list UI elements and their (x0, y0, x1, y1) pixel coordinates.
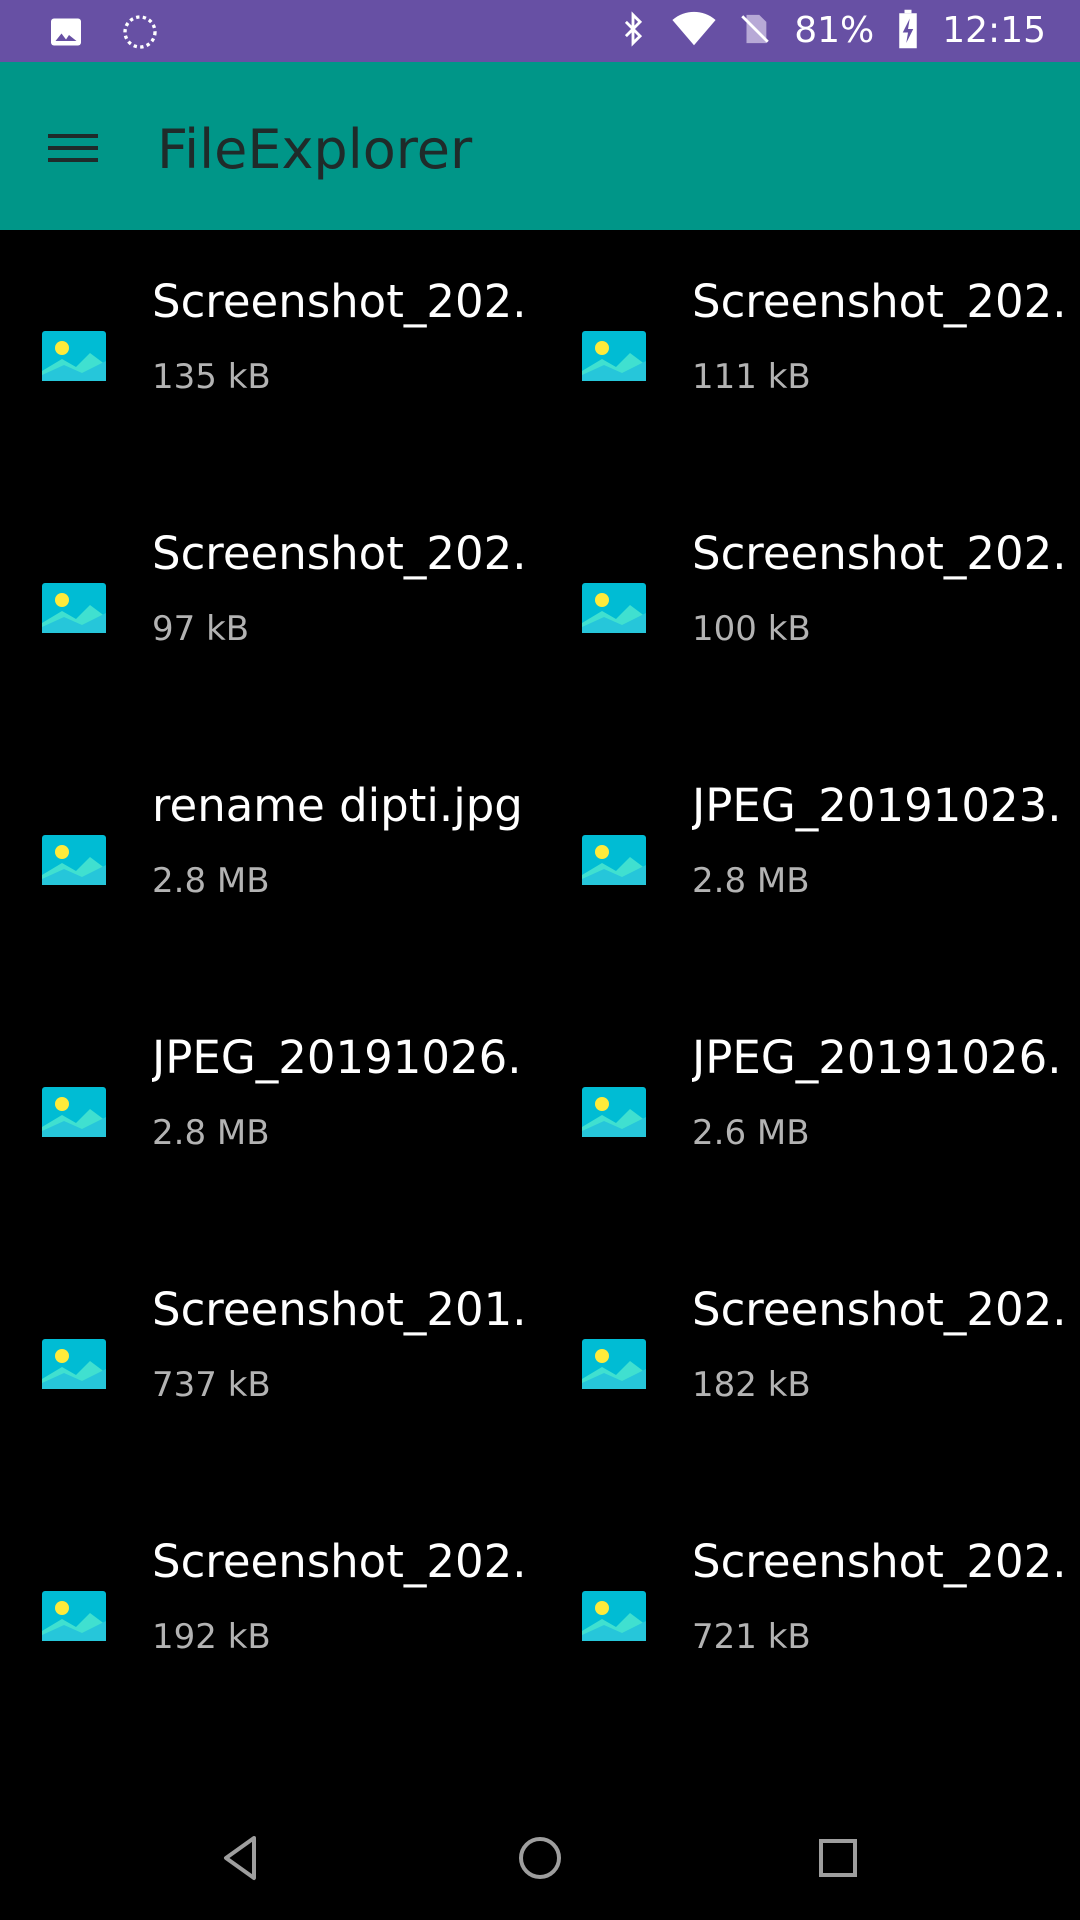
image-file-icon (582, 835, 646, 885)
file-name: Screenshot_201.. (152, 1283, 522, 1336)
recents-icon (802, 1839, 874, 1898)
file-size: 192 kB (152, 1617, 271, 1657)
back-icon (204, 1836, 276, 1898)
image-file-icon (42, 1591, 106, 1641)
file-name: JPEG_20191023.. (692, 779, 1062, 832)
file-item[interactable]: JPEG_20191026.. 2.8 MB (0, 986, 540, 1238)
file-name: rename dipti.jpg (152, 779, 522, 832)
file-item[interactable]: Screenshot_202.. 111 kB (540, 230, 1080, 482)
battery-charging-icon (896, 8, 920, 54)
file-name: Screenshot_202.. (692, 275, 1062, 328)
clock: 12:15 (942, 10, 1046, 51)
home-icon (504, 1837, 576, 1898)
home-button[interactable] (504, 1822, 576, 1894)
file-size: 2.6 MB (692, 1113, 810, 1153)
file-name: Screenshot_202.. (152, 275, 522, 328)
bluetooth-icon (616, 9, 650, 53)
file-item[interactable]: Screenshot_202.. 135 kB (0, 230, 540, 482)
app-bar: FileExplorer (0, 62, 1080, 230)
file-size: 97 kB (152, 609, 250, 649)
file-name: Screenshot_202.. (692, 1535, 1062, 1588)
menu-button[interactable] (36, 112, 108, 184)
file-item[interactable]: Screenshot_202.. 192 kB (0, 1490, 540, 1742)
battery-percent: 81% (794, 10, 875, 51)
file-name: Screenshot_202.. (692, 527, 1062, 580)
no-sim-icon (738, 9, 772, 53)
file-name: Screenshot_202.. (152, 527, 522, 580)
recents-button[interactable] (802, 1822, 874, 1894)
file-item[interactable]: Screenshot_201.. 737 kB (0, 1238, 540, 1490)
image-file-icon (42, 1339, 106, 1389)
sync-icon (120, 12, 160, 56)
file-name: JPEG_20191026.. (692, 1031, 1062, 1084)
file-item[interactable]: Screenshot_202.. 97 kB (0, 482, 540, 734)
file-name: Screenshot_202.. (692, 1283, 1062, 1336)
file-size: 2.8 MB (152, 861, 270, 901)
image-file-icon (582, 1339, 646, 1389)
file-grid: Screenshot_202.. 135 kB Screenshot_202..… (0, 230, 1080, 1790)
file-size: 721 kB (692, 1617, 811, 1657)
image-file-icon (42, 331, 106, 381)
image-file-icon (582, 331, 646, 381)
file-name: Screenshot_202.. (152, 1535, 522, 1588)
image-file-icon (582, 583, 646, 633)
image-file-icon (42, 583, 106, 633)
file-size: 737 kB (152, 1365, 271, 1405)
image-file-icon (582, 1591, 646, 1641)
file-item[interactable]: JPEG_20191026.. 2.6 MB (540, 986, 1080, 1238)
app-title: FileExplorer (157, 118, 473, 181)
file-size: 182 kB (692, 1365, 811, 1405)
file-item[interactable]: Screenshot_202.. 182 kB (540, 1238, 1080, 1490)
status-bar: 81% 12:15 (0, 0, 1080, 62)
file-name: JPEG_20191026.. (152, 1031, 522, 1084)
wifi-icon (672, 11, 716, 51)
file-item[interactable]: Screenshot_202.. 100 kB (540, 482, 1080, 734)
back-button[interactable] (204, 1822, 276, 1894)
file-item[interactable]: JPEG_20191023.. 2.8 MB (540, 734, 1080, 986)
menu-icon (36, 134, 108, 188)
navigation-bar (0, 1790, 1080, 1920)
file-size: 135 kB (152, 357, 271, 397)
image-file-icon (582, 1087, 646, 1137)
file-item[interactable]: rename dipti.jpg 2.8 MB (0, 734, 540, 986)
file-size: 2.8 MB (152, 1113, 270, 1153)
image-file-icon (42, 835, 106, 885)
image-file-icon (42, 1087, 106, 1137)
file-size: 2.8 MB (692, 861, 810, 901)
file-size: 111 kB (692, 357, 811, 397)
image-notification-icon (48, 14, 84, 54)
file-size: 100 kB (692, 609, 811, 649)
file-item[interactable]: Screenshot_202.. 721 kB (540, 1490, 1080, 1742)
